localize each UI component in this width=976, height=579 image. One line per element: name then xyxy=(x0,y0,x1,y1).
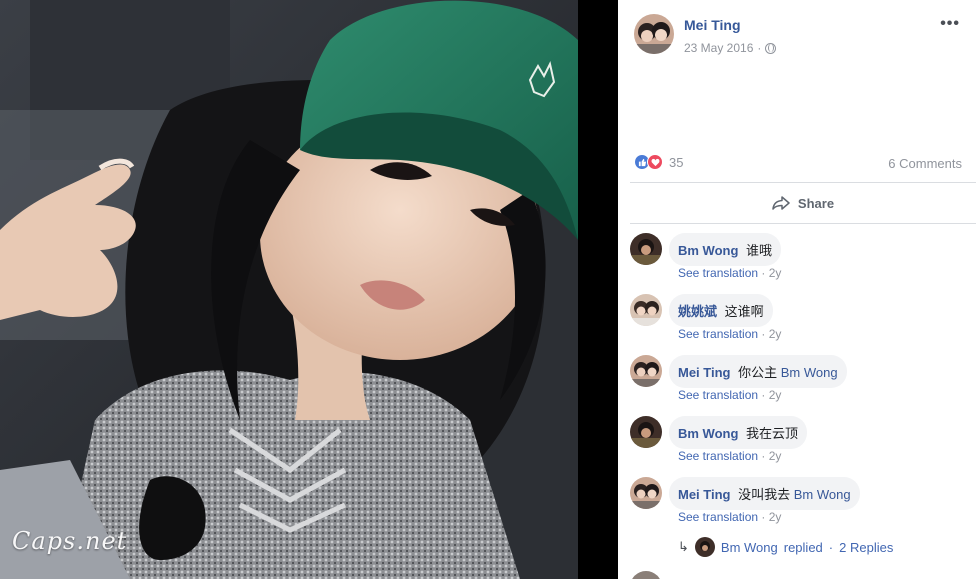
meta-separator: · xyxy=(761,266,769,280)
see-translation-link[interactable]: See translation xyxy=(678,510,758,524)
commenter-name[interactable]: Bm Wong xyxy=(678,426,738,441)
post-header: Mei Ting 23 May 2016 · ••• xyxy=(618,0,976,140)
commenter-avatar[interactable] xyxy=(630,355,662,387)
see-translation-link[interactable]: See translation xyxy=(678,449,758,463)
share-label: Share xyxy=(797,195,835,211)
globe-icon[interactable] xyxy=(765,42,777,54)
comment-count-link[interactable]: 6 Comments xyxy=(888,156,962,171)
comment-bubble: 姚姚斌 这谁啊 xyxy=(669,294,773,327)
comment-bubble: Mei Ting 你公主 Bm Wong xyxy=(669,355,847,388)
selfie-image xyxy=(0,0,578,579)
mention-link[interactable]: Bm Wong xyxy=(781,365,838,380)
comment-meta: See translation · 2y xyxy=(678,388,781,402)
mention-link[interactable]: Bm Wong xyxy=(794,487,851,502)
reaction-count: 35 xyxy=(669,154,684,170)
post-sidebar: Mei Ting 23 May 2016 · ••• 35 6 Comments… xyxy=(618,0,976,579)
commenter-name[interactable]: Bm Wong xyxy=(678,243,738,258)
commenter-name[interactable]: Mei Ting xyxy=(678,487,730,502)
comment-meta: See translation · 2y xyxy=(678,327,781,341)
view-replies-link[interactable]: ↳ Bm Wong replied · 2 Replies xyxy=(678,537,893,557)
comment-bubble: Bm Wong 我在云顶 xyxy=(669,416,808,449)
comment-text: 谁哦 xyxy=(746,243,773,258)
replies-count: 2 Replies xyxy=(839,539,894,555)
reaction-summary[interactable]: 35 xyxy=(634,154,683,170)
commenter-name[interactable]: Mei Ting xyxy=(678,365,730,380)
comment-text: 没叫我去 xyxy=(738,487,791,502)
comment-item: Mei Ting 你公主 Bm Wong See translation · 2… xyxy=(618,346,976,402)
comment-age[interactable]: 2y xyxy=(769,510,782,524)
comment-item: 姚姚斌 这谁啊 See translation · 2y xyxy=(618,285,976,341)
replier-name: Bm Wong xyxy=(720,539,778,555)
meta-separator: · xyxy=(761,449,769,463)
comment-age[interactable]: 2y xyxy=(769,388,782,402)
commenter-avatar[interactable] xyxy=(630,233,662,265)
more-options-icon[interactable]: ••• xyxy=(940,15,960,33)
comment-text: 我在云顶 xyxy=(746,426,799,441)
comment-text: 这谁啊 xyxy=(724,304,764,319)
comment-item: Mei Ting 没叫我去 Bm Wong See translation · … xyxy=(618,468,976,524)
commenter-avatar[interactable] xyxy=(630,416,662,448)
meta-separator: · xyxy=(761,327,769,341)
love-reaction-icon xyxy=(647,154,663,170)
commenter-name[interactable]: 姚姚斌 xyxy=(678,304,717,319)
comment-bubble: Bm Wong 谁哦 xyxy=(669,233,782,266)
reply-arrow-icon: ↳ xyxy=(678,539,689,554)
post-photo[interactable]: Caps.net xyxy=(0,0,578,579)
photo-viewer: Caps.net Mei Ting 23 May 2016 · ••• 35 6… xyxy=(0,0,976,579)
comment-bubble: Mei Ting 没叫我去 Bm Wong xyxy=(669,477,860,510)
comment-item: Bm Wong 谁哦 See translation · 2y xyxy=(618,224,976,280)
share-button[interactable]: Share xyxy=(630,182,976,224)
see-translation-link[interactable]: See translation xyxy=(678,266,758,280)
meta-separator: · xyxy=(761,388,769,402)
photo-gutter xyxy=(578,0,618,579)
watermark-text: Caps.net xyxy=(12,527,128,555)
see-translation-link[interactable]: See translation xyxy=(678,327,758,341)
see-translation-link[interactable]: See translation xyxy=(678,388,758,402)
replier-avatar xyxy=(694,537,715,557)
comment-age[interactable]: 2y xyxy=(769,327,782,341)
comment-age[interactable]: 2y xyxy=(769,449,782,463)
comment-meta: See translation · 2y xyxy=(678,510,781,524)
comment-text: 你公主 xyxy=(738,365,778,380)
share-arrow-icon xyxy=(772,196,790,210)
comment-meta: See translation · 2y xyxy=(678,449,781,463)
comment-age[interactable]: 2y xyxy=(769,266,782,280)
date-separator: · xyxy=(757,41,762,55)
meta-separator: · xyxy=(761,510,769,524)
comment-item: Bm Wong 我在云顶 See translation · 2y xyxy=(618,407,976,463)
partial-comment xyxy=(630,571,930,579)
comment-meta: See translation · 2y xyxy=(678,266,781,280)
replies-separator: · xyxy=(828,539,834,555)
author-avatar[interactable] xyxy=(634,14,674,54)
post-date[interactable]: 23 May 2016 xyxy=(684,41,753,55)
author-name[interactable]: Mei Ting xyxy=(684,17,741,33)
replied-label: replied xyxy=(783,539,823,555)
post-timestamp: 23 May 2016 · xyxy=(684,41,777,55)
commenter-avatar[interactable] xyxy=(630,294,662,326)
commenter-avatar[interactable] xyxy=(630,477,662,509)
